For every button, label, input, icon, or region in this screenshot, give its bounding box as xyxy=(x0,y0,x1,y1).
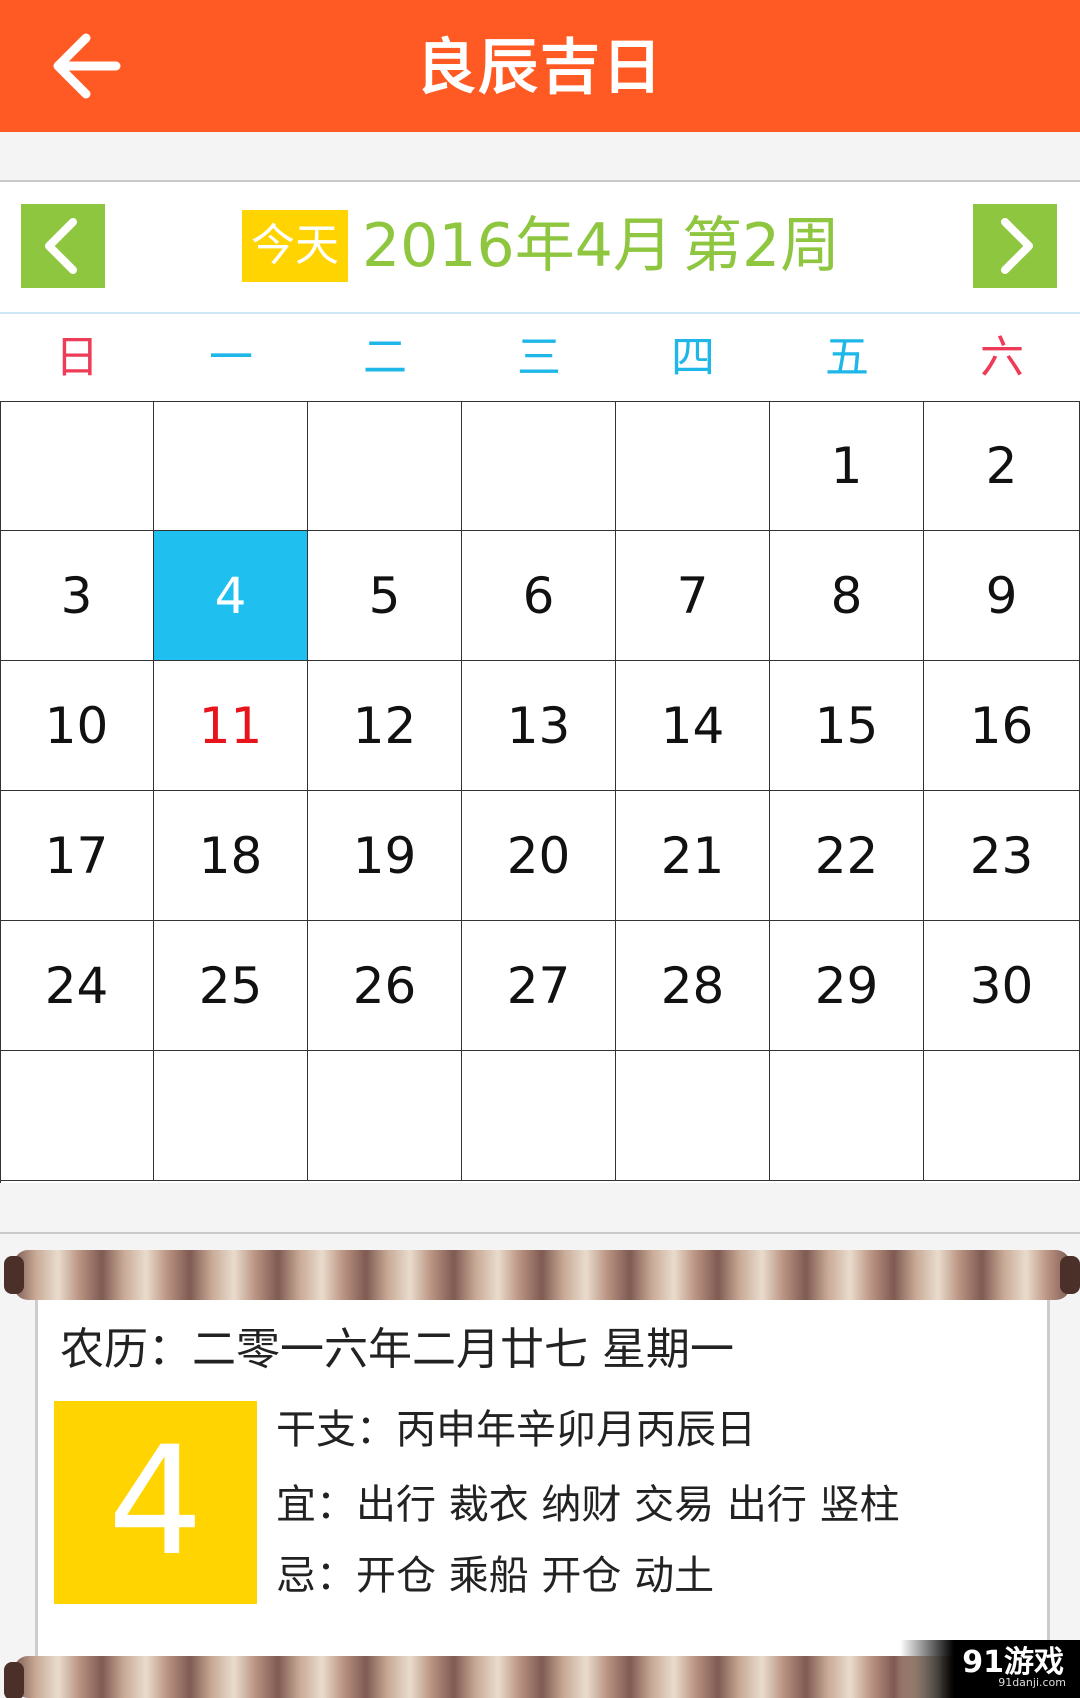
suitable-text: 宜：出行 裁衣 纳财 交易 出行 竖柱 xyxy=(276,1482,900,1528)
calendar-day-cell[interactable]: 6 xyxy=(462,531,616,661)
calendar-day-cell[interactable]: 28 xyxy=(616,921,770,1051)
calendar-grid: 1 2 3 4 5 6 7 8 9 10 11 12 13 14 15 16 17 18 19 20 21 22 23 24 2… xyxy=(0,401,1080,1183)
weekday-label: 四 xyxy=(671,332,715,383)
calendar-day-cell[interactable]: 19 xyxy=(308,791,462,921)
weekday-label: 三 xyxy=(517,332,561,383)
calendar-day-cell[interactable]: 9 xyxy=(924,531,1080,661)
prev-month-button[interactable] xyxy=(21,204,105,288)
calendar-day-cell[interactable]: 8 xyxy=(770,531,924,661)
calendar-day-cell[interactable]: 16 xyxy=(924,661,1080,791)
calendar-empty-cell xyxy=(308,1051,462,1181)
ganzhi-text: 干支：丙申年辛卯月丙辰日 xyxy=(276,1407,756,1453)
watermark-logo: 91游戏 91danji.com xyxy=(900,1640,1080,1698)
avoid-text: 忌：开仓 乘船 开仓 动土 xyxy=(276,1553,715,1599)
weekday-label: 日 xyxy=(55,332,99,383)
calendar-day-cell[interactable]: 23 xyxy=(924,791,1080,921)
weekday-label: 一 xyxy=(209,332,253,383)
watermark-brand: 91游戏 xyxy=(962,1645,1064,1680)
divider xyxy=(0,1232,1080,1234)
scroll-top-roller xyxy=(4,1250,1080,1300)
calendar-day-cell[interactable]: 13 xyxy=(462,661,616,791)
calendar-day-cell[interactable]: 12 xyxy=(308,661,462,791)
calendar-empty-cell xyxy=(0,1051,154,1181)
current-month: 2016年4月 xyxy=(362,211,673,281)
current-week: 第2周 xyxy=(682,211,841,281)
month-navigation: 今天 2016年4月 第2周 xyxy=(0,182,1080,312)
weekday-label: 五 xyxy=(825,332,869,383)
calendar-empty-cell xyxy=(462,401,616,531)
today-button[interactable]: 今天 xyxy=(242,210,348,282)
calendar-empty-cell xyxy=(616,1051,770,1181)
calendar-day-cell[interactable]: 11 xyxy=(154,661,308,791)
calendar-empty-cell xyxy=(154,401,308,531)
page-title: 良辰吉日 xyxy=(416,33,664,103)
calendar-day-cell[interactable]: 25 xyxy=(154,921,308,1051)
calendar-day-cell[interactable]: 21 xyxy=(616,791,770,921)
selected-day-badge: 4 xyxy=(54,1401,257,1604)
calendar-empty-cell xyxy=(770,1051,924,1181)
calendar-empty-cell xyxy=(154,1051,308,1181)
calendar-day-cell[interactable]: 5 xyxy=(308,531,462,661)
calendar-empty-cell xyxy=(616,401,770,531)
watermark-site: 91danji.com xyxy=(998,1676,1066,1689)
weekday-label: 二 xyxy=(363,332,407,383)
calendar-empty-cell xyxy=(0,401,154,531)
weekday-label: 六 xyxy=(980,332,1024,383)
calendar-day-cell[interactable]: 18 xyxy=(154,791,308,921)
calendar-day-cell[interactable]: 27 xyxy=(462,921,616,1051)
calendar-day-cell[interactable]: 26 xyxy=(308,921,462,1051)
next-month-button[interactable] xyxy=(973,204,1057,288)
lunar-date: 农历：二零一六年二月廿七 星期一 xyxy=(60,1324,734,1375)
calendar-day-cell[interactable]: 4 xyxy=(154,531,308,661)
calendar-day-cell[interactable]: 29 xyxy=(770,921,924,1051)
calendar-day-cell[interactable]: 17 xyxy=(0,791,154,921)
calendar-empty-cell xyxy=(462,1051,616,1181)
calendar-day-cell[interactable]: 20 xyxy=(462,791,616,921)
calendar-day-cell[interactable]: 1 xyxy=(770,401,924,531)
calendar-day-cell[interactable]: 24 xyxy=(0,921,154,1051)
calendar-empty-cell xyxy=(308,401,462,531)
calendar-day-cell[interactable]: 3 xyxy=(0,531,154,661)
weekday-header: 日一二三四五六 xyxy=(0,312,1080,402)
calendar-empty-cell xyxy=(924,1051,1080,1181)
calendar-day-cell[interactable]: 30 xyxy=(924,921,1080,1051)
chevron-right-icon xyxy=(1001,218,1033,274)
calendar-day-cell[interactable]: 10 xyxy=(0,661,154,791)
calendar-day-cell[interactable]: 15 xyxy=(770,661,924,791)
app-header: 良辰吉日 xyxy=(0,0,1080,132)
chevron-left-icon xyxy=(45,218,77,274)
calendar-day-cell[interactable]: 22 xyxy=(770,791,924,921)
calendar-day-cell[interactable]: 2 xyxy=(924,401,1080,531)
calendar-day-cell[interactable]: 14 xyxy=(616,661,770,791)
calendar-day-cell[interactable]: 7 xyxy=(616,531,770,661)
